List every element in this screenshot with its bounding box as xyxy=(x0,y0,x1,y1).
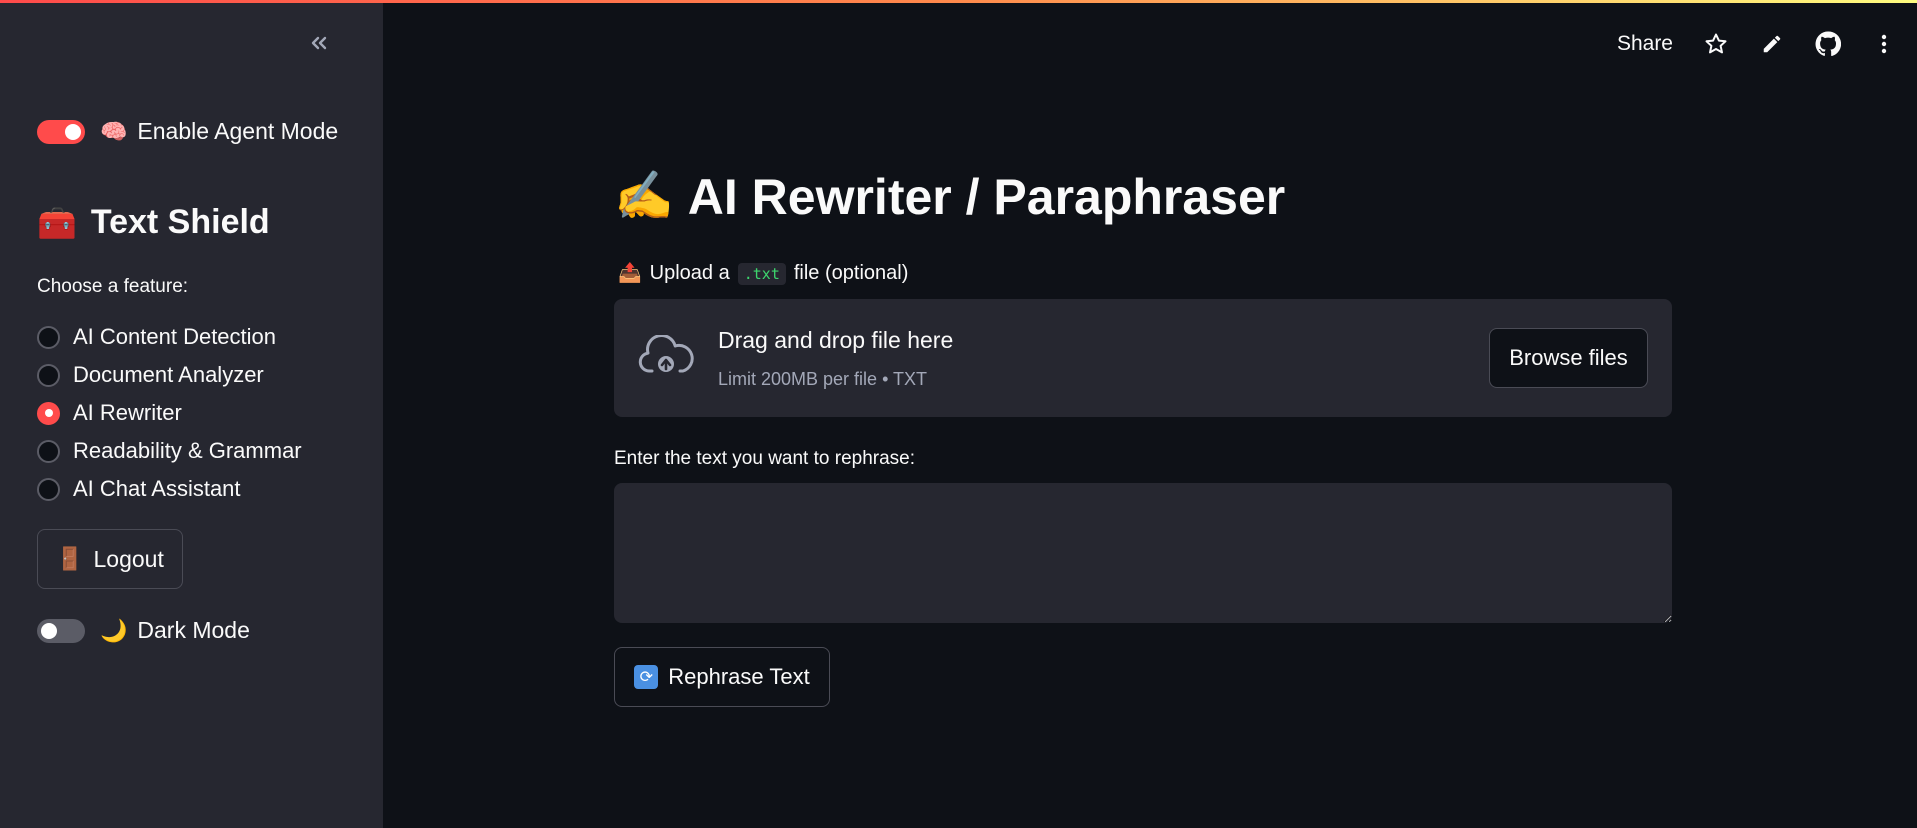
upload-label: 📤 Upload a .txt file (optional) xyxy=(618,262,908,285)
pencil-icon[interactable] xyxy=(1759,31,1785,57)
feature-option-label: AI Chat Assistant xyxy=(73,476,241,501)
radio-button[interactable] xyxy=(37,477,60,501)
logout-button[interactable]: 🚪 Logout xyxy=(37,529,183,589)
rephrase-text-label: Enter the text you want to rephrase: xyxy=(614,448,916,469)
github-icon[interactable] xyxy=(1815,31,1841,57)
toolbox-icon: 🧰 xyxy=(37,204,77,241)
feature-option-label: AI Rewriter xyxy=(73,400,182,425)
radio-button[interactable] xyxy=(37,363,60,387)
page-title-text: AI Rewriter / Paraphraser xyxy=(687,169,1286,225)
sidebar: 🧠 Enable Agent Mode 🧰 Text Shield Choose… xyxy=(0,0,383,828)
door-icon: 🚪 xyxy=(56,546,84,571)
writing-hand-icon: ✍️ xyxy=(614,170,674,223)
brand-title-text: Text Shield xyxy=(90,203,270,241)
brain-icon: 🧠 xyxy=(100,118,128,144)
toggle-knob xyxy=(41,623,57,639)
cloud-upload-icon xyxy=(638,335,694,373)
top-decoration-bar xyxy=(0,0,1917,3)
page-title: ✍️ AI Rewriter / Paraphraser xyxy=(614,168,1285,226)
feature-option-ai-chat-assistant[interactable]: AI Chat Assistant xyxy=(37,470,302,508)
agent-mode-toggle[interactable] xyxy=(37,120,85,144)
toggle-knob xyxy=(65,124,81,140)
feature-option-label: Readability & Grammar xyxy=(73,438,302,463)
moon-icon: 🌙 xyxy=(100,617,128,643)
feature-option-readability-grammar[interactable]: Readability & Grammar xyxy=(37,432,302,470)
share-button[interactable]: Share xyxy=(1617,32,1673,56)
radio-button-selected[interactable] xyxy=(37,401,60,425)
more-vertical-icon[interactable] xyxy=(1871,31,1897,57)
dropzone-limit-text: Limit 200MB per file • TXT xyxy=(718,369,928,389)
refresh-icon: ⟳ xyxy=(634,665,659,689)
rephrase-text-input[interactable] xyxy=(614,483,1672,623)
outbox-tray-icon: 📤 xyxy=(618,263,642,284)
rephrase-text-button[interactable]: ⟳ Rephrase Text xyxy=(614,647,830,707)
brand-title: 🧰 Text Shield xyxy=(37,203,270,242)
upload-label-code: .txt xyxy=(737,262,786,285)
upload-label-prefix: Upload a xyxy=(649,262,730,284)
agent-mode-label: Enable Agent Mode xyxy=(137,118,339,144)
feature-radio-group: AI Content Detection Document Analyzer A… xyxy=(37,318,302,508)
collapse-sidebar-button[interactable] xyxy=(304,28,334,58)
dark-mode-label-group: 🌙 Dark Mode xyxy=(100,617,250,644)
agent-mode-label-group: 🧠 Enable Agent Mode xyxy=(100,118,338,145)
upload-label-suffix: file (optional) xyxy=(793,262,909,284)
radio-button[interactable] xyxy=(37,439,60,463)
file-dropzone[interactable]: Drag and drop file here Limit 200MB per … xyxy=(614,299,1672,417)
radio-button[interactable] xyxy=(37,325,60,349)
feature-option-document-analyzer[interactable]: Document Analyzer xyxy=(37,356,302,394)
feature-option-ai-rewriter[interactable]: AI Rewriter xyxy=(37,394,302,432)
dropzone-title: Drag and drop file here xyxy=(718,327,954,353)
rephrase-button-label: Rephrase Text xyxy=(668,664,810,689)
dark-mode-label: Dark Mode xyxy=(137,617,250,643)
browse-files-button[interactable]: Browse files xyxy=(1489,328,1648,388)
logout-label: Logout xyxy=(93,545,164,572)
header-actions: Share xyxy=(1617,26,1897,62)
feature-option-ai-content-detection[interactable]: AI Content Detection xyxy=(37,318,302,356)
choose-feature-label: Choose a feature: xyxy=(37,276,189,297)
feature-option-label: AI Content Detection xyxy=(73,324,277,349)
dark-mode-toggle[interactable] xyxy=(37,619,85,643)
star-icon[interactable] xyxy=(1703,31,1729,57)
feature-option-label: Document Analyzer xyxy=(73,362,264,387)
chevrons-left-icon xyxy=(311,36,327,50)
